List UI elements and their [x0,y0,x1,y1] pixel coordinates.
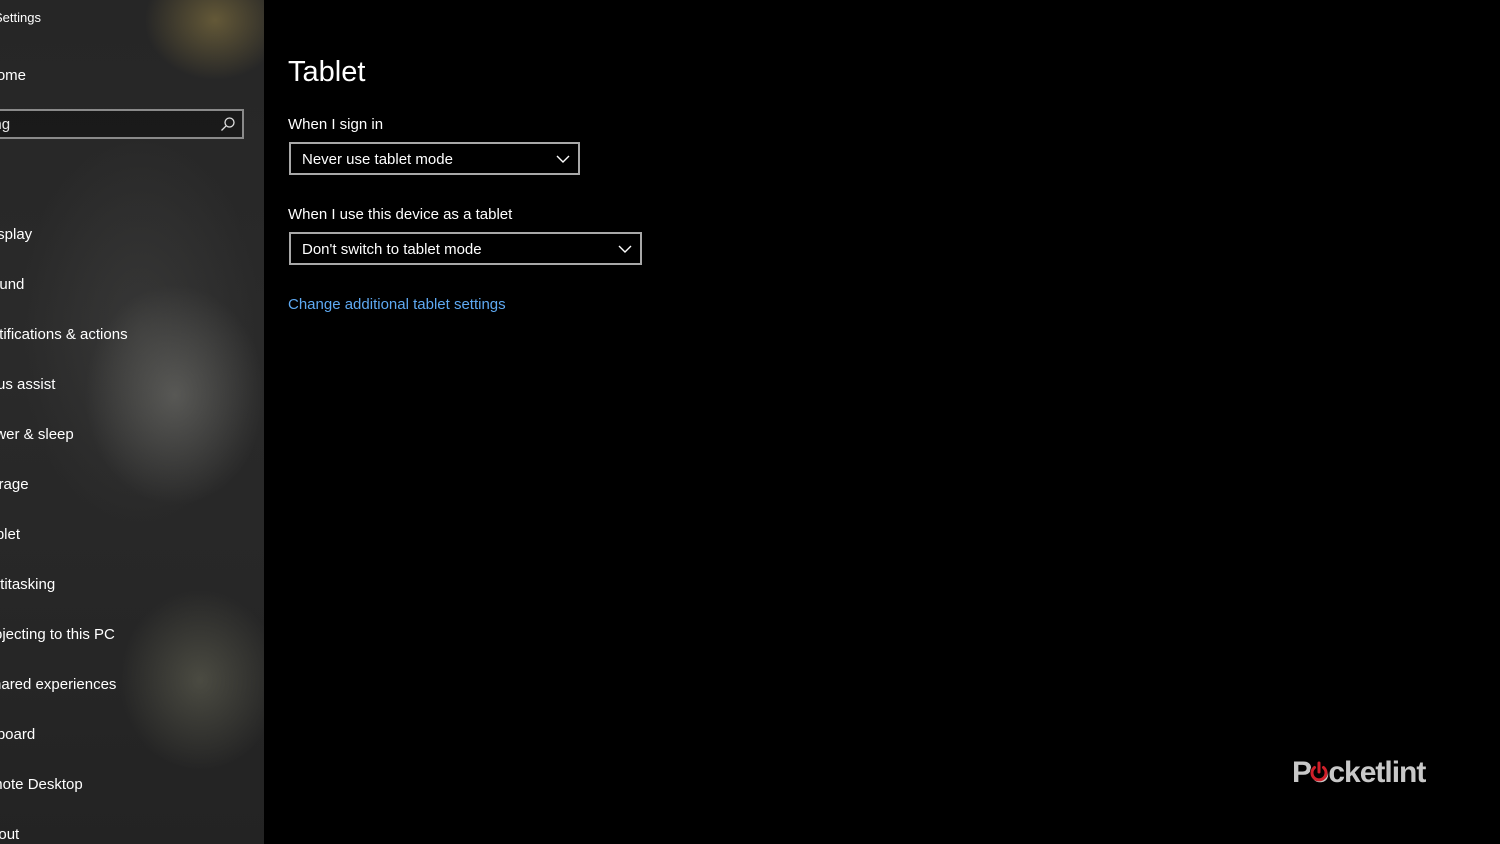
sign-in-dropdown-value: Never use tablet mode [302,151,453,168]
home-nav-item[interactable]: Home [0,67,26,84]
sidebar-item-about[interactable]: About [0,826,19,843]
search-input[interactable]: Find a setting [0,116,10,133]
sidebar-item-projecting[interactable]: Projecting to this PC [0,626,115,643]
sidebar-item-display[interactable]: Display [0,226,32,243]
additional-tablet-settings-link[interactable]: Change additional tablet settings [288,296,506,313]
sign-in-label: When I sign in [288,116,384,133]
sidebar-item-remote-desktop[interactable]: Remote Desktop [0,776,83,793]
sidebar-item-shared-experiences[interactable]: Shared experiences [0,676,116,693]
tablet-use-label: When I use this device as a tablet [288,206,513,223]
page-title: Tablet [288,56,366,88]
tablet-use-dropdown[interactable]: Don't switch to tablet mode [289,232,642,265]
search-box[interactable]: Find a setting [0,109,244,139]
sidebar-item-storage[interactable]: Storage [0,476,29,493]
app-title: Settings [0,10,41,25]
tablet-use-dropdown-value: Don't switch to tablet mode [302,241,482,258]
sidebar-item-notifications[interactable]: Notifications & actions [0,326,128,343]
sidebar-item-multitasking[interactable]: Multitasking [0,576,55,593]
sidebar-item-focus-assist[interactable]: Focus assist [0,376,55,393]
pocketlint-logo: Pocketlint [1292,756,1427,789]
power-icon [1310,761,1328,782]
search-icon[interactable] [220,116,236,132]
sidebar-item-clipboard[interactable]: Clipboard [0,726,35,743]
sidebar-item-power-sleep[interactable]: Power & sleep [0,426,74,443]
sidebar-item-tablet[interactable]: Tablet [0,526,20,543]
sign-in-dropdown[interactable]: Never use tablet mode [289,142,580,175]
chevron-down-icon [618,245,632,253]
chevron-down-icon [556,155,570,163]
sidebar-item-sound[interactable]: Sound [0,276,24,293]
sidebar: Settings Home Find a setting Display Sou… [0,0,264,844]
